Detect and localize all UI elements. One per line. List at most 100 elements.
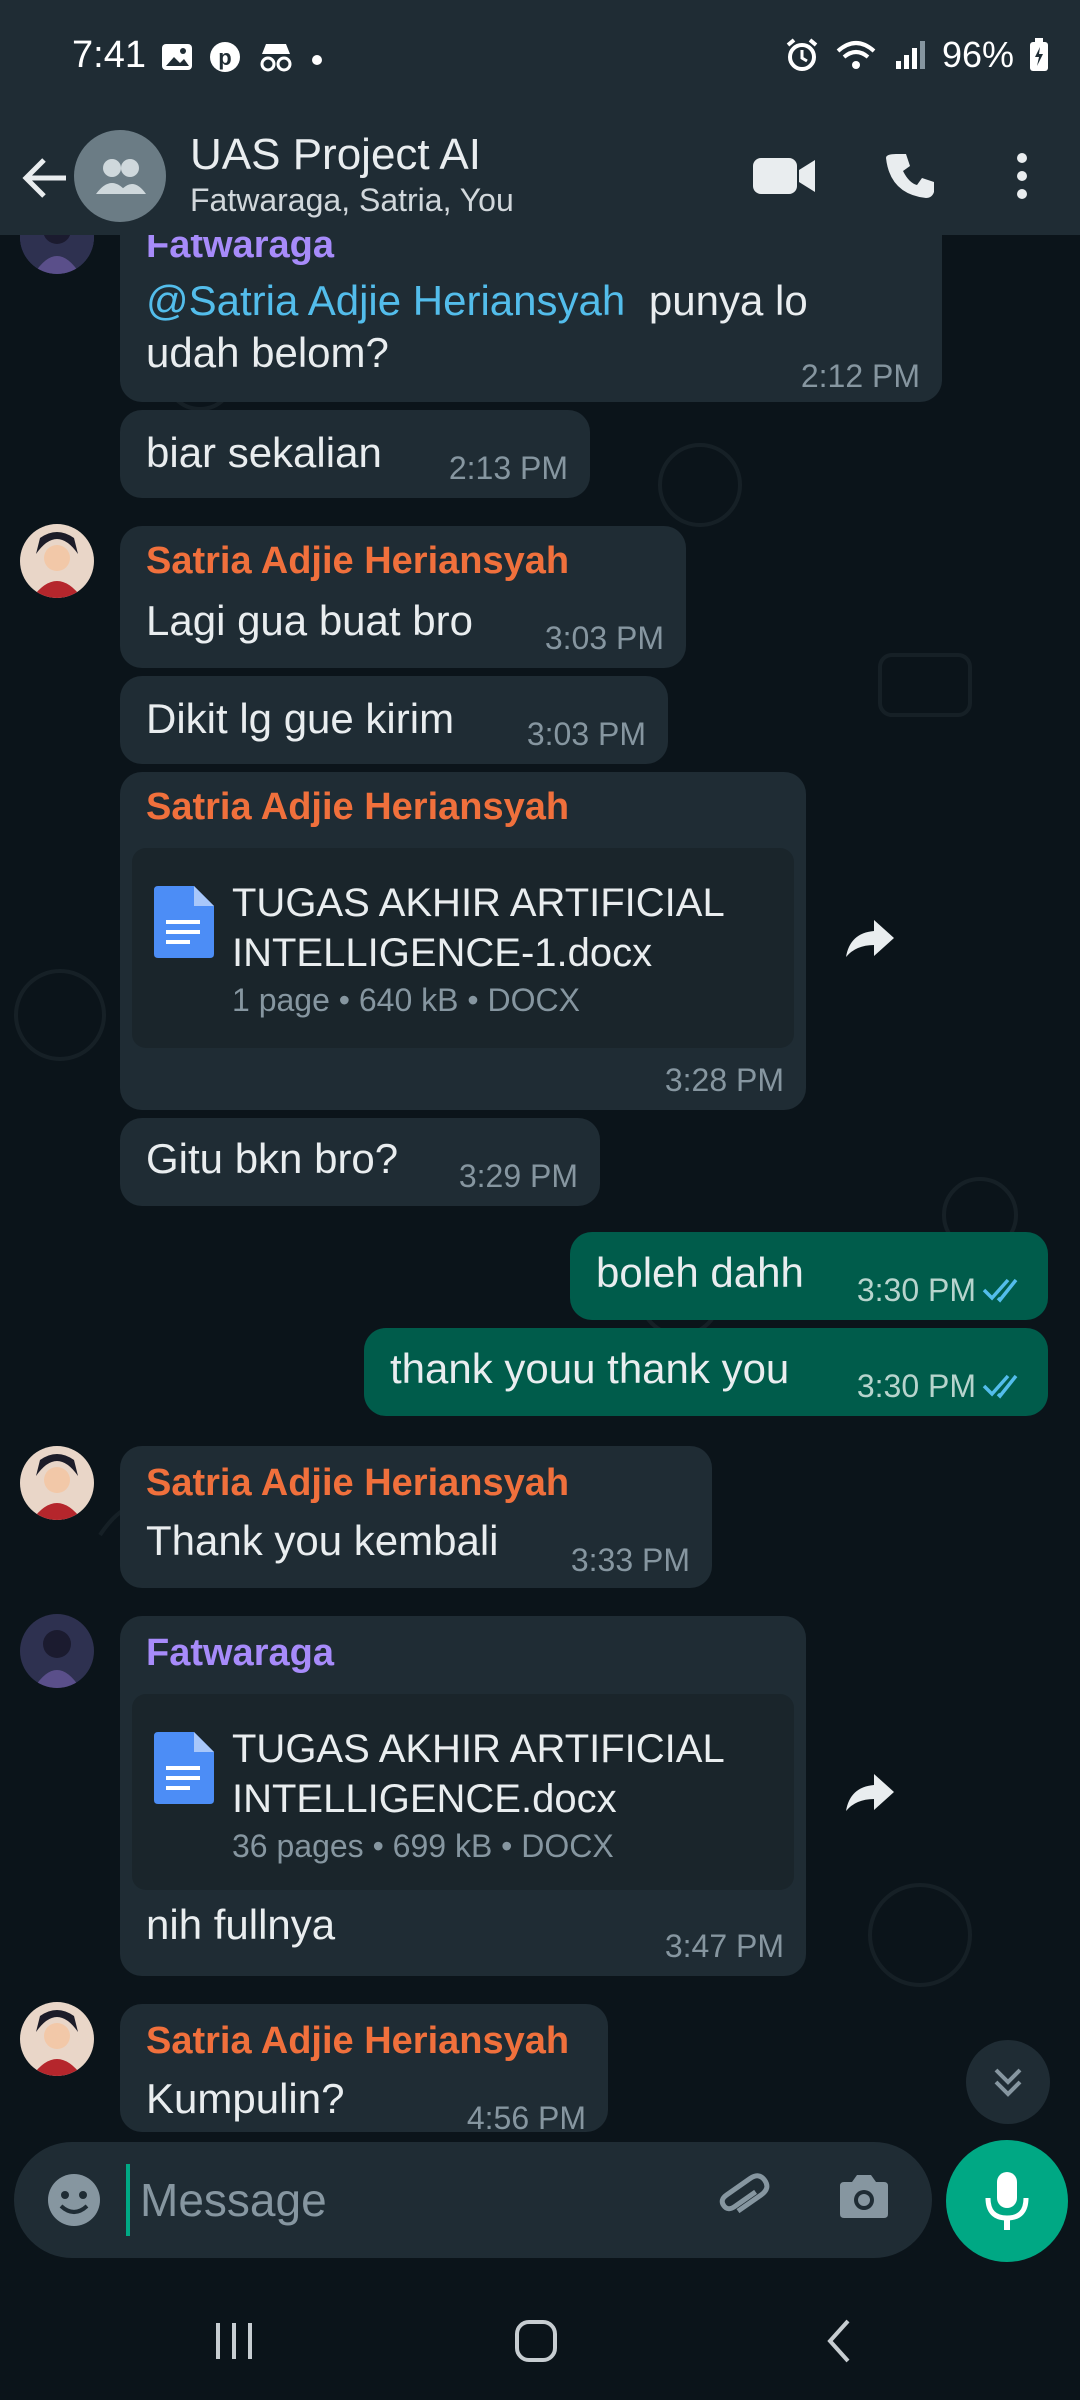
chat-title-area[interactable]: UAS Project AI Fatwaraga, Satria, You [190, 120, 710, 230]
fatwaraga-avatar-icon [20, 1614, 94, 1688]
message-time: 3:47 PM [664, 1928, 784, 1964]
message-text: Gitu bkn bro? [146, 1135, 399, 1182]
message-bubble-incoming[interactable]: Dikit lg gue kirim 3:03 PM [120, 676, 668, 764]
message-time: 3:33 PM [570, 1542, 690, 1578]
avatar-satria[interactable] [20, 524, 94, 598]
signal-icon [895, 41, 925, 69]
wifi-icon [836, 41, 876, 69]
message-time: 3:30 PM [856, 1272, 976, 1308]
message-bubble-incoming[interactable]: Gitu bkn bro? 3:29 PM [120, 1118, 600, 1206]
sender-name: Fatwaraga [146, 1632, 334, 1674]
arrow-left-icon [22, 158, 66, 198]
message-text: Dikit lg gue kirim [146, 695, 455, 742]
group-name: UAS Project AI [190, 130, 482, 179]
nav-back-icon [827, 2319, 850, 2363]
group-avatar[interactable] [74, 130, 166, 222]
emoji-icon[interactable] [44, 2170, 104, 2230]
double-chevron-down-icon [994, 2068, 1022, 2097]
message-bubble-outgoing[interactable]: thank youu thank you 3:30 PM [364, 1328, 1048, 1416]
message-text: thank youu thank you [390, 1345, 790, 1392]
more-options-button[interactable] [982, 136, 1062, 216]
header-content: UAS Project AI Fatwaraga, Satria, You [0, 120, 1080, 235]
avatar-satria[interactable] [20, 2002, 94, 2076]
message-text: Lagi gua buat bro [146, 597, 473, 644]
sender-name: Satria Adjie Heriansyah [146, 540, 570, 582]
message-text: @Satria Adjie Heriansyah punya lo [146, 276, 946, 326]
message-time: 3:30 PM [856, 1368, 976, 1404]
message-time: 3:28 PM [664, 1062, 784, 1098]
message-time: 3:03 PM [544, 620, 664, 656]
message-text: Kumpulin? [146, 2075, 345, 2122]
home-button[interactable] [496, 2311, 576, 2371]
battery-percent: 96% [941, 34, 1014, 75]
message-input[interactable] [126, 2164, 686, 2236]
document-name-line2: INTELLIGENCE.docx [232, 1777, 617, 1821]
recent-apps-button[interactable] [194, 2311, 274, 2371]
message-text: boleh dahh [596, 1249, 804, 1296]
back-button[interactable] [14, 146, 78, 210]
message-bubble-incoming[interactable]: Satria Adjie Heriansyah Kumpulin? 4:56 P… [120, 2004, 608, 2136]
message-bubble-document[interactable]: Satria Adjie Heriansyah TUGAS AKHIR ARTI… [120, 772, 806, 1110]
message-bubble-incoming[interactable]: Satria Adjie Heriansyah Lagi gua buat br… [120, 526, 686, 668]
sender-name: Satria Adjie Heriansyah [146, 786, 570, 828]
message-composer [14, 2142, 932, 2258]
gallery-icon [162, 44, 192, 70]
phone-icon [886, 154, 934, 198]
document-card[interactable]: TUGAS AKHIR ARTIFICIAL INTELLIGENCE.docx… [132, 1694, 794, 1890]
message-text: Thank you kembali [146, 1517, 499, 1564]
forward-icon [846, 920, 894, 957]
alarm-icon [786, 38, 818, 71]
message-bubble-document[interactable]: Fatwaraga TUGAS AKHIR ARTIFICIAL INTELLI… [120, 1616, 806, 1976]
sender-name: Satria Adjie Heriansyah [146, 2020, 570, 2062]
message-text-part: punya lo [637, 277, 808, 324]
video-call-button[interactable] [744, 136, 824, 216]
satria-avatar-icon [20, 1446, 94, 1520]
dot-icon [312, 55, 322, 65]
message-caption: nih fullnya [146, 1901, 336, 1948]
group-icon [96, 159, 146, 194]
document-name-line2: INTELLIGENCE-1.docx [232, 931, 653, 975]
voice-message-button[interactable] [946, 2140, 1068, 2262]
forward-button[interactable] [830, 898, 910, 978]
message-bubble-outgoing[interactable]: boleh dahh 3:30 PM [570, 1232, 1048, 1320]
document-icon [154, 886, 214, 958]
forward-icon [846, 1774, 894, 1811]
recent-apps-icon [216, 2323, 252, 2359]
double-check-icon [982, 1278, 1018, 1303]
attach-icon[interactable] [714, 2170, 774, 2230]
message-text: biar sekalian [146, 429, 382, 476]
avatar-satria[interactable] [20, 1446, 94, 1520]
message-bubble-incoming[interactable]: Fatwaraga @Satria Adjie Heriansyah punya… [120, 210, 942, 402]
document-name: TUGAS AKHIR ARTIFICIAL INTELLIGENCE.docx [232, 1724, 792, 1824]
message-time: 3:29 PM [458, 1158, 578, 1194]
document-meta: 36 pages • 699 kB • DOCX [232, 1828, 614, 1864]
voice-call-button[interactable] [872, 136, 952, 216]
message-bubble-incoming[interactable]: biar sekalian 2:13 PM [120, 410, 590, 498]
status-bar: 7:41 p 96% [0, 0, 1080, 120]
scroll-to-bottom-button[interactable] [966, 2040, 1050, 2124]
satria-avatar-icon [20, 524, 94, 598]
double-check-icon [982, 1374, 1018, 1399]
avatar-fatwaraga[interactable] [20, 1614, 94, 1688]
nav-back-button[interactable] [800, 2311, 880, 2371]
document-name-line1: TUGAS AKHIR ARTIFICIAL [232, 1727, 725, 1771]
pinterest-icon: p [210, 42, 240, 72]
document-card[interactable]: TUGAS AKHIR ARTIFICIAL INTELLIGENCE-1.do… [132, 848, 794, 1048]
document-meta: 1 page • 640 kB • DOCX [232, 982, 580, 1018]
mention-link[interactable]: @Satria Adjie Heriansyah [146, 277, 625, 324]
message-bubble-incoming[interactable]: Satria Adjie Heriansyah Thank you kembal… [120, 1446, 712, 1588]
incognito-icon [260, 44, 292, 72]
forward-button[interactable] [830, 1752, 910, 1832]
battery-icon [1030, 38, 1048, 71]
message-time: 2:13 PM [448, 450, 568, 486]
sender-name: Satria Adjie Heriansyah [146, 1462, 570, 1504]
more-vertical-icon [1017, 153, 1027, 199]
document-icon [154, 1732, 214, 1804]
message-text-line2: udah belom? [146, 329, 389, 376]
video-camera-icon [753, 158, 815, 194]
notification-icons: p [160, 40, 324, 74]
group-members: Fatwaraga, Satria, You [190, 182, 514, 218]
microphone-icon [985, 2172, 1029, 2230]
svg-text:p: p [218, 45, 231, 70]
camera-icon[interactable] [834, 2168, 894, 2228]
